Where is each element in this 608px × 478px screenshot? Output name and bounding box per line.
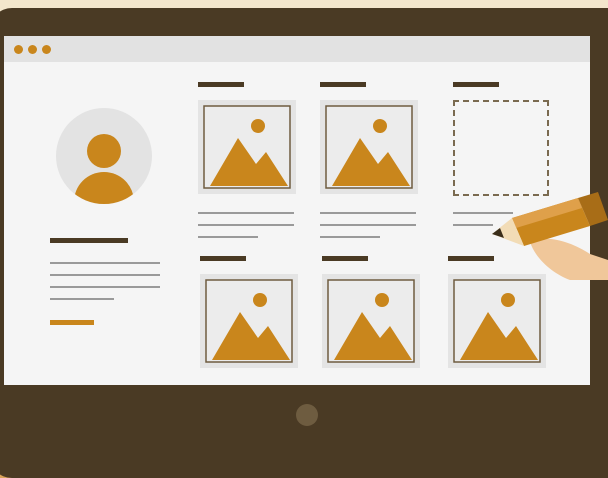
home-button [296, 404, 318, 426]
window-dot-icon [14, 45, 23, 54]
card-caption-line [320, 236, 380, 238]
image-card [322, 274, 420, 368]
image-placeholder-icon [453, 279, 541, 363]
pencil-icon [492, 192, 608, 280]
image-card [200, 274, 298, 368]
image-placeholder-icon [205, 279, 293, 363]
profile-text-line [50, 298, 114, 300]
profile-name-bar [50, 238, 128, 243]
image-card [448, 274, 546, 368]
card-heading-bar [198, 82, 244, 87]
card-heading-bar [448, 256, 494, 261]
avatar-head [87, 134, 121, 168]
window-dot-icon [42, 45, 51, 54]
card-caption-line [198, 224, 294, 226]
profile-text-line [50, 274, 160, 276]
card-heading-bar [453, 82, 499, 87]
image-card [198, 100, 296, 194]
image-placeholder-icon [203, 105, 291, 189]
empty-image-slot [453, 100, 549, 196]
card-caption-line [453, 224, 493, 226]
card-caption-line [198, 212, 294, 214]
card-heading-bar [200, 256, 246, 261]
avatar-body [74, 172, 134, 204]
card-caption-line [320, 224, 416, 226]
user-avatar-icon [56, 108, 152, 204]
profile-text-line [50, 286, 160, 288]
card-caption-line [320, 212, 416, 214]
card-heading-bar [322, 256, 368, 261]
card-heading-bar [320, 82, 366, 87]
browser-toolbar [4, 36, 590, 62]
profile-text-line [50, 262, 160, 264]
window-dot-icon [28, 45, 37, 54]
image-placeholder-icon [325, 105, 413, 189]
profile-link-bar [50, 320, 94, 325]
image-placeholder-icon [327, 279, 415, 363]
image-card [320, 100, 418, 194]
card-caption-line [198, 236, 258, 238]
